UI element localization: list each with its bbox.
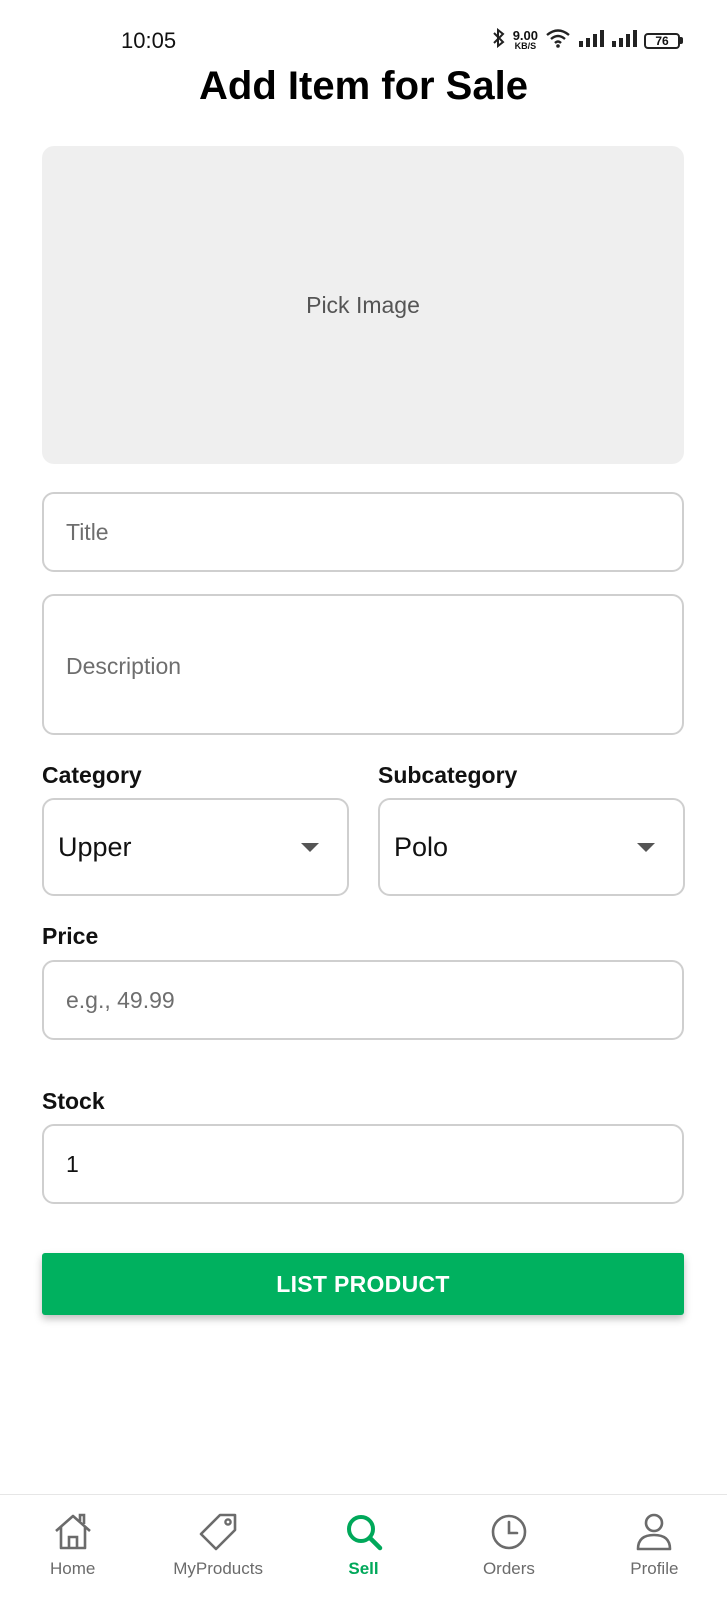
status-time: 10:05 bbox=[121, 28, 177, 53]
nav-label: Sell bbox=[348, 1559, 379, 1578]
person-icon bbox=[637, 1513, 672, 1551]
battery-icon: 76 bbox=[644, 32, 683, 49]
nav-item-myproducts[interactable]: MyProducts bbox=[145, 1495, 290, 1600]
nav-label: MyProducts bbox=[173, 1559, 263, 1578]
status-icons: 9.00 KB/S 76 bbox=[492, 27, 683, 53]
network-speed-value: 9.00 bbox=[512, 27, 538, 43]
nav-item-profile[interactable]: Profile bbox=[582, 1495, 727, 1600]
pick-image-label: Pick Image bbox=[306, 291, 420, 318]
network-speed: 9.00 KB/S bbox=[512, 27, 538, 51]
stock-input[interactable] bbox=[42, 1124, 684, 1204]
screen: 10:05 9.00 KB/S 76 Add Item for Sale Pic… bbox=[0, 0, 727, 1600]
clock-icon bbox=[491, 1514, 527, 1550]
search-icon bbox=[346, 1515, 382, 1551]
home-icon bbox=[54, 1513, 91, 1550]
category-label: Category bbox=[42, 762, 142, 788]
nav-item-sell[interactable]: Sell bbox=[291, 1495, 436, 1600]
nav-item-home[interactable]: Home bbox=[0, 1495, 145, 1600]
nav-item-orders[interactable]: Orders bbox=[436, 1495, 581, 1600]
price-input[interactable] bbox=[42, 960, 684, 1040]
subcategory-select[interactable]: Polo bbox=[378, 798, 685, 896]
signal-icon-2 bbox=[611, 29, 637, 52]
nav-label: Orders bbox=[482, 1559, 535, 1578]
page-title: Add Item for Sale bbox=[199, 64, 528, 108]
list-product-button[interactable]: LIST PRODUCT bbox=[42, 1253, 684, 1315]
stock-label: Stock bbox=[42, 1088, 105, 1114]
wifi-icon bbox=[545, 28, 571, 53]
battery-level: 76 bbox=[644, 32, 680, 49]
bottom-nav: Home MyProducts Sell Orders Profile bbox=[0, 1494, 727, 1600]
status-bar: 10:05 9.00 KB/S 76 bbox=[0, 0, 727, 58]
nav-label: Home bbox=[50, 1559, 96, 1578]
title-input[interactable] bbox=[42, 492, 684, 572]
subcategory-label: Subcategory bbox=[378, 762, 518, 788]
tag-icon bbox=[199, 1513, 237, 1551]
category-value: Upper bbox=[58, 831, 132, 862]
pick-image-button[interactable]: Pick Image bbox=[42, 146, 684, 464]
price-label: Price bbox=[42, 923, 99, 949]
subcategory-value: Polo bbox=[394, 831, 449, 862]
dropdown-arrow-icon bbox=[301, 842, 319, 852]
signal-icon bbox=[578, 29, 604, 52]
nav-label: Profile bbox=[630, 1559, 679, 1578]
description-input[interactable] bbox=[42, 594, 684, 735]
bluetooth-icon bbox=[492, 27, 506, 53]
network-speed-unit: KB/S bbox=[514, 40, 537, 51]
category-select[interactable]: Upper bbox=[42, 798, 349, 896]
dropdown-arrow-icon bbox=[637, 842, 655, 852]
